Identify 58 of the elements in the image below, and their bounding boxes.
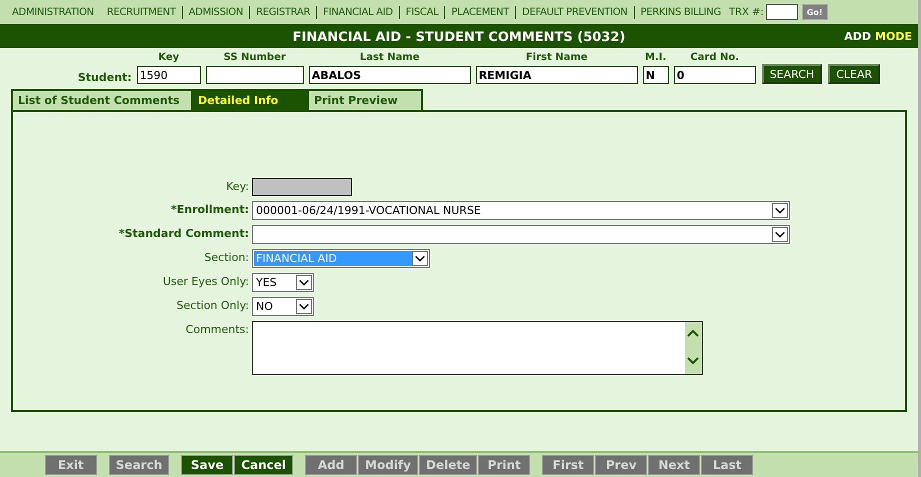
select-field[interactable]: YES xyxy=(252,273,314,292)
page-title: FINANCIAL AID - STUDENT COMMENTS (5032) xyxy=(292,30,626,44)
dropdown-caret-icon[interactable] xyxy=(772,227,788,242)
student-input[interactable]: 0 xyxy=(674,66,756,84)
column-heading: Last Name xyxy=(358,52,421,63)
field-label: *Standard Comment: xyxy=(118,226,249,240)
select-value: FINANCIAL AID xyxy=(254,251,412,266)
mode-value: ADD xyxy=(844,30,872,43)
tab[interactable]: List of Student Comments xyxy=(11,89,193,110)
student-label: Student: xyxy=(78,71,132,84)
menu-item[interactable]: RECRUITMENT xyxy=(100,6,182,18)
clear-button[interactable]: CLEAR xyxy=(828,64,880,84)
column-heading: Key xyxy=(157,52,180,63)
toolbar-button[interactable]: Cancel xyxy=(234,455,294,475)
menu-item[interactable]: PLACEMENT xyxy=(445,6,516,18)
tab[interactable]: Print Preview xyxy=(307,89,423,110)
select-value: YES xyxy=(255,275,278,290)
select-field[interactable]: 000001-06/24/1991-VOCATIONAL NURSE xyxy=(252,201,790,220)
student-input[interactable]: REMIGIA xyxy=(476,66,638,84)
student-input[interactable]: N xyxy=(642,66,669,84)
student-input[interactable]: 1590 xyxy=(136,66,201,84)
trx-input[interactable] xyxy=(766,4,798,20)
mode-label: MODE xyxy=(875,30,912,43)
dropdown-caret-icon[interactable] xyxy=(412,251,428,266)
menu-item[interactable]: FISCAL xyxy=(400,6,444,18)
select-value: 000001-06/24/1991-VOCATIONAL NURSE xyxy=(255,203,482,218)
select-field[interactable]: FINANCIAL AID xyxy=(252,249,430,268)
dropdown-caret-icon[interactable] xyxy=(296,299,312,314)
column-heading: Card No. xyxy=(689,52,740,63)
select-field[interactable] xyxy=(252,225,790,244)
menu-item[interactable]: PERKINS BILLING xyxy=(634,6,727,18)
column-heading: First Name xyxy=(524,52,589,63)
trx-label: TRX #: xyxy=(728,6,764,18)
menu-item[interactable]: REGISTRAR xyxy=(250,6,316,18)
field-label: User Eyes Only: xyxy=(162,274,249,288)
select-value: NO xyxy=(255,299,274,314)
toolbar-button[interactable]: Save xyxy=(181,455,234,475)
field-label: *Enrollment: xyxy=(170,202,249,216)
menu-item[interactable]: ADMINISTRATION xyxy=(6,6,100,18)
column-heading: SS Number xyxy=(222,52,287,63)
scroll-arrows-icon[interactable] xyxy=(685,322,702,374)
menu-item[interactable]: FINANCIAL AID xyxy=(317,6,399,18)
field-label: Section Only: xyxy=(176,298,249,312)
select-field[interactable]: NO xyxy=(252,297,314,316)
menu-item[interactable]: ADMISSION xyxy=(182,6,250,18)
dropdown-caret-icon[interactable] xyxy=(772,203,788,218)
field-label: Comments: xyxy=(184,322,249,336)
dropdown-caret-icon[interactable] xyxy=(296,275,312,290)
comments-field[interactable] xyxy=(252,321,703,375)
student-input[interactable]: ABALOS xyxy=(308,66,471,84)
field-label: Key: xyxy=(225,179,249,193)
search-button[interactable]: SEARCH xyxy=(762,64,822,84)
student-input[interactable] xyxy=(206,66,304,84)
field-label: Section: xyxy=(203,250,249,264)
column-heading: M.I. xyxy=(644,52,668,63)
tab[interactable]: Detailed Info xyxy=(191,89,309,110)
menu-item[interactable]: DEFAULT PREVENTION xyxy=(516,6,634,18)
go-button[interactable]: Go! xyxy=(802,4,828,20)
